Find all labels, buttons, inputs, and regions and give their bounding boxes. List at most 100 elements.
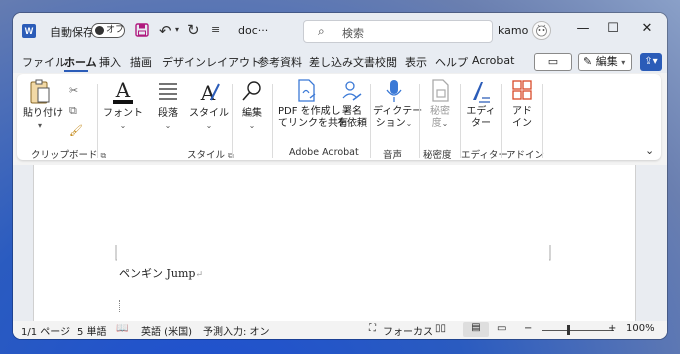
chevron-down-icon: ⌄	[248, 121, 256, 130]
editor-label-line1: エディ	[466, 106, 496, 117]
language-indicator[interactable]: 英語 (米国)	[141, 323, 192, 338]
tab-layout[interactable]: レイアウト	[206, 54, 261, 70]
tab-acrobat[interactable]: Acrobat	[472, 54, 514, 67]
paste-icon	[30, 79, 50, 104]
editor-label-line2: ター	[471, 118, 491, 129]
close-icon[interactable]: ✕	[637, 21, 657, 36]
zoom-in-icon[interactable]: +	[608, 323, 616, 334]
zoom-slider-thumb[interactable]	[567, 325, 570, 335]
tab-references[interactable]: 参考資料	[258, 54, 302, 70]
tab-design[interactable]: デザイン	[162, 54, 206, 70]
addins-button[interactable]: アド イン	[507, 78, 537, 130]
chevron-down-icon: ⌄	[405, 119, 413, 128]
proofing-icon[interactable]: 📖	[116, 323, 128, 334]
avatar[interactable]	[532, 21, 551, 40]
clipboard-group-text: クリップボード	[31, 150, 98, 161]
request-signature-line1: 署名	[342, 106, 362, 117]
document-name[interactable]: doc···	[238, 24, 268, 37]
styles-label: スタイル	[189, 108, 229, 119]
word-window: W 自動保存 オフ ↶ ▾ ↻ ≡ doc··· ⌕ 検索 kamo — ☐ ✕…	[13, 13, 667, 339]
focus-mode-label[interactable]: フォーカス	[383, 323, 433, 338]
save-icon[interactable]	[135, 23, 149, 37]
tab-insert[interactable]: 挿入	[99, 54, 121, 70]
maximize-icon[interactable]: ☐	[603, 21, 623, 36]
chevron-down-icon: ▾	[37, 121, 42, 130]
editing-mode-label: 編集	[595, 55, 618, 68]
share-button[interactable]: ⇪▾	[640, 53, 662, 71]
format-painter-icon[interactable]: 🖌	[69, 124, 83, 137]
insertion-cursor	[119, 300, 121, 312]
sensitivity-label-line1: 秘密	[430, 106, 450, 117]
page-count[interactable]: 1/1 ページ	[21, 323, 70, 338]
redo-icon[interactable]: ↻	[187, 21, 200, 39]
chevron-down-icon: ▾	[621, 58, 626, 67]
editing-button[interactable]: 編集 ⌄	[235, 78, 269, 132]
word-app-icon[interactable]: W	[22, 24, 36, 38]
chevron-down-icon: ⌄	[164, 121, 172, 130]
paragraph-icon	[159, 83, 177, 100]
editor-button[interactable]: エディ ター	[464, 78, 498, 130]
tab-view[interactable]: 表示	[405, 54, 427, 70]
autosave-toggle[interactable]: オフ	[91, 23, 125, 38]
undo-icon[interactable]: ↶	[159, 22, 172, 40]
font-button[interactable]: A フォント ⌄	[101, 78, 145, 132]
editing-mode-button[interactable]: ✎ 編集 ▾	[578, 53, 632, 71]
dictate-button[interactable]: ディクテー ション⌄	[373, 78, 422, 130]
search-icon: ⌕	[318, 24, 325, 38]
find-icon	[242, 81, 261, 101]
paragraph-label: 段落	[158, 108, 178, 119]
font-label: フォント	[103, 108, 143, 119]
tab-draw[interactable]: 描画	[130, 54, 152, 70]
ribbon-expand-chevron-icon[interactable]: ⌄	[645, 144, 654, 157]
create-pdf-label-line1: PDF を作成し	[278, 106, 341, 117]
styles-button[interactable]: A スタイル ⌄	[189, 78, 229, 132]
document-body-text[interactable]: ペンギン Jump↵	[119, 265, 203, 281]
request-signature-button[interactable]: 署名 を依頼	[337, 78, 367, 130]
comments-button[interactable]: ▭	[534, 53, 572, 71]
addins-group-label: アドイン	[506, 150, 545, 161]
sensitivity-button[interactable]: 秘密 度⌄	[425, 78, 455, 130]
addins-label-line2: イン	[512, 118, 532, 129]
paragraph-button[interactable]: 段落 ⌄	[148, 78, 188, 132]
cut-icon[interactable]: ✂	[69, 84, 78, 97]
document-area: ペンギン Jump↵	[13, 165, 667, 321]
create-pdf-share-button[interactable]: PDF を作成し てリンクを共有	[278, 78, 348, 130]
user-name[interactable]: kamo	[498, 24, 528, 37]
tab-file[interactable]: ファイル	[22, 54, 66, 70]
group-divider	[97, 84, 98, 158]
search-placeholder: 検索	[342, 27, 364, 40]
tab-home[interactable]: ホーム	[64, 54, 97, 70]
request-signature-line2: を依頼	[337, 118, 367, 129]
search-input[interactable]: ⌕ 検索	[303, 20, 493, 43]
active-tab-indicator	[64, 70, 88, 72]
copy-icon[interactable]: ⧉	[69, 104, 77, 118]
dialog-launcher-icon[interactable]: ⧉	[101, 151, 107, 160]
read-mode-icon[interactable]: ▯▯	[435, 323, 446, 334]
word-count[interactable]: 5 単語	[77, 323, 107, 338]
margin-crop-mark	[549, 245, 551, 261]
tab-review[interactable]: 校閲	[375, 54, 397, 70]
paste-button[interactable]: 貼り付け ▾	[23, 78, 63, 132]
zoom-level[interactable]: 100%	[626, 323, 655, 334]
customize-quick-access-icon[interactable]: ≡	[211, 23, 220, 36]
focus-icon[interactable]: ⛶	[369, 323, 376, 334]
web-layout-icon[interactable]: ▭	[497, 323, 506, 334]
share-icon: ⇪▾	[644, 56, 658, 67]
print-layout-icon[interactable]: ▤	[463, 322, 489, 337]
document-page[interactable]: ペンギン Jump↵	[33, 165, 636, 321]
undo-dropdown-icon[interactable]: ▾	[175, 25, 179, 34]
zoom-slider[interactable]	[542, 330, 614, 331]
tab-mailings[interactable]: 差し込み文書	[309, 54, 375, 70]
voice-group-label: 音声	[383, 150, 403, 161]
addins-icon	[512, 80, 532, 100]
addins-label-line1: アド	[512, 106, 532, 117]
sensitivity-icon	[432, 79, 449, 102]
minimize-icon[interactable]: —	[573, 21, 593, 36]
tab-help[interactable]: ヘルプ	[435, 54, 468, 70]
sensitivity-label-line2: 度	[431, 118, 442, 129]
document-text: ペンギン Jump	[119, 267, 196, 280]
predictive-text-status[interactable]: 予測入力: オン	[203, 323, 270, 338]
zoom-out-icon[interactable]: −	[524, 323, 532, 334]
ribbon-tabs: ファイル ホーム 挿入 描画 デザイン レイアウト 参考資料 差し込み文書 校閲…	[13, 49, 667, 73]
svg-text:A: A	[115, 78, 131, 102]
